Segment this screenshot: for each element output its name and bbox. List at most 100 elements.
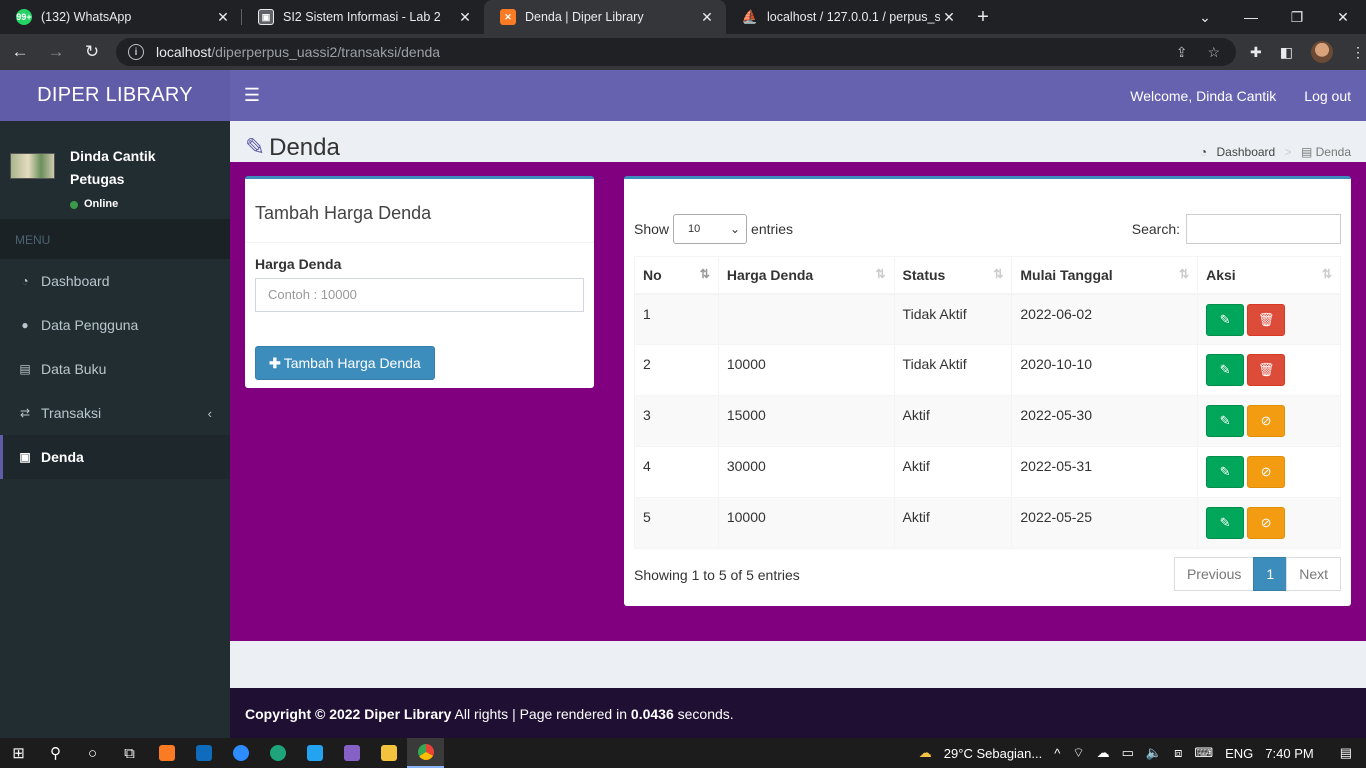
app-logo[interactable]: DIPER LIBRARY (0, 70, 230, 121)
welcome-text[interactable]: Welcome, Dinda Cantik (1130, 88, 1276, 104)
sidebar-item-dashboard[interactable]: ◔ Dashboard (0, 259, 230, 303)
chevron-left-icon: ‹ (207, 405, 212, 421)
cell-tanggal: 2022-05-30 (1011, 395, 1199, 447)
chevron-down-icon: ⌄ (729, 222, 741, 236)
entries-select[interactable]: 10 ⌄ (673, 214, 748, 244)
next-button[interactable]: Next (1286, 557, 1341, 591)
close-window-icon[interactable]: ✕ (1320, 0, 1366, 34)
side-panel-icon[interactable]: ◧ (1280, 44, 1293, 61)
online-dot-icon (70, 200, 78, 209)
forward-icon[interactable]: → (40, 36, 72, 68)
page-footer: Copyright © 2022 Diper Library All right… (230, 688, 1366, 738)
windows-start-icon[interactable]: ⊞ (0, 738, 37, 768)
edit-button[interactable]: ✎ (1206, 405, 1245, 437)
disable-button[interactable]: ⊘ (1247, 405, 1286, 437)
battery-icon[interactable]: ▭ (1122, 745, 1134, 761)
edit-button[interactable]: ✎ (1206, 456, 1245, 488)
share-icon[interactable]: ⇪ (1176, 44, 1188, 61)
chevron-up-icon[interactable]: ^ (1054, 746, 1060, 761)
url-input[interactable]: i localhost/diperperpus_uassi2/transaksi… (116, 38, 1236, 66)
sidebar-item-label: Transaksi (41, 405, 102, 421)
mail-icon[interactable] (185, 738, 222, 768)
add-fine-button[interactable]: ✚ Tambah Harga Denda (255, 346, 435, 380)
clock[interactable]: 7:40 PM (1265, 746, 1313, 761)
vscode-icon[interactable] (296, 738, 333, 768)
column-header-harga[interactable]: Harga Denda ⇅ (717, 256, 895, 295)
harga-denda-label: Harga Denda (255, 256, 342, 272)
close-tab-icon[interactable]: ✕ (940, 9, 958, 26)
user-name: Dinda Cantik (70, 148, 156, 164)
restore-icon[interactable]: ❐ (1274, 0, 1320, 34)
sidebar-toggle-icon[interactable]: ☰ (230, 85, 274, 106)
close-tab-icon[interactable]: ✕ (698, 9, 716, 26)
column-header-status[interactable]: Status ⇅ (893, 256, 1013, 295)
logout-link[interactable]: Log out (1304, 88, 1351, 104)
close-tab-icon[interactable]: ✕ (456, 9, 474, 26)
visual-studio-icon[interactable] (333, 738, 370, 768)
browser-tab[interactable]: ▣ SI2 Sistem Informasi - Lab 2 ✕ (242, 0, 484, 34)
footer-copyright: Copyright © 2022 Diper Library (245, 706, 452, 722)
edge-icon[interactable] (259, 738, 296, 768)
weather-icon[interactable]: ☁ (919, 745, 932, 761)
zoom-icon[interactable] (222, 738, 259, 768)
phpmyadmin-icon: ⛵ (741, 9, 759, 24)
delete-button[interactable]: 🗑 (1247, 354, 1286, 386)
reload-icon[interactable]: ↻ (76, 36, 108, 68)
volume-icon[interactable]: 🔈 (1146, 745, 1162, 761)
file-explorer-icon[interactable] (370, 738, 407, 768)
disable-button[interactable]: ⊘ (1247, 456, 1286, 488)
browser-tab-active[interactable]: ✕ Denda | Diper Library ✕ (484, 0, 726, 34)
xampp-taskbar-icon[interactable] (148, 738, 185, 768)
site-info-icon[interactable]: i (128, 44, 144, 60)
fine-table: No ⇅ Harga Denda ⇅ Status ⇅ Mulai Tanggal ⇅ … (634, 256, 1341, 549)
edit-button[interactable]: ✎ (1206, 303, 1245, 336)
breadcrumb-dashboard[interactable]: Dashboard (1217, 145, 1276, 159)
meet-icon[interactable]: ⧈ (1174, 745, 1182, 761)
page-1-button[interactable]: 1 (1253, 557, 1288, 591)
cell-tanggal: 2020-10-10 (1011, 344, 1199, 396)
search-icon[interactable]: ⚲ (37, 738, 74, 768)
tab-search-icon[interactable]: ⌄ (1182, 0, 1228, 34)
delete-button[interactable]: 🗑 (1247, 303, 1286, 336)
profile-avatar[interactable] (1310, 41, 1333, 63)
cell-no: 3 (634, 395, 719, 447)
wifi-icon[interactable]: ⌔ (1072, 745, 1084, 761)
harga-denda-input[interactable]: Contoh : 10000 (255, 278, 584, 312)
close-tab-icon[interactable]: ✕ (214, 9, 232, 26)
language-indicator[interactable]: ENG (1225, 746, 1253, 761)
weather-text[interactable]: 29°C Sebagian... (944, 746, 1042, 761)
browser-tab[interactable]: ⛵ localhost / 127.0.0.1 / perpus_si2 ✕ (726, 0, 968, 34)
edit-button[interactable]: ✎ (1206, 507, 1245, 539)
url-path: /diperperpus_uassi2/transaksi/denda (211, 44, 441, 60)
keyboard-icon[interactable]: ⌨ (1194, 745, 1213, 761)
back-icon[interactable]: ← (4, 36, 36, 68)
edit-icon: ✎ (245, 134, 266, 161)
classroom-icon: ▣ (258, 9, 274, 25)
sort-asc-icon: ⇅ (699, 266, 710, 281)
search-input[interactable] (1186, 214, 1341, 244)
page-title: ✎ Denda (245, 134, 340, 161)
table-row: 5 10000 Aktif 2022-05-25 ✎ ⊘ (634, 497, 1341, 549)
cortana-icon[interactable]: ○ (74, 738, 111, 768)
sidebar-item-data-buku[interactable]: ▤ Data Buku (0, 347, 230, 391)
network-icon[interactable]: ☁ (1097, 745, 1110, 761)
disable-button[interactable]: ⊘ (1247, 507, 1286, 539)
previous-button[interactable]: Previous (1173, 557, 1255, 591)
column-header-tanggal[interactable]: Mulai Tanggal ⇅ (1011, 256, 1199, 295)
column-header-no[interactable]: No ⇅ (634, 256, 719, 295)
new-tab-button[interactable]: + (968, 0, 998, 34)
edit-button[interactable]: ✎ (1206, 354, 1245, 386)
extensions-icon[interactable]: ✚ (1250, 44, 1262, 61)
sidebar-item-denda[interactable]: ▣ Denda (0, 435, 230, 479)
bookmark-star-icon[interactable]: ☆ (1207, 44, 1220, 61)
browser-tab[interactable]: 99+ (132) WhatsApp ✕ (0, 0, 242, 34)
sidebar-item-transaksi[interactable]: ⇄ Transaksi ‹ (0, 391, 230, 435)
notification-icon[interactable]: ▤ (1340, 745, 1352, 761)
chrome-icon[interactable] (407, 738, 444, 768)
column-header-aksi[interactable]: Aksi ⇅ (1197, 256, 1341, 295)
menu-kebab-icon[interactable]: ⋮ (1351, 44, 1365, 61)
sidebar-item-data-pengguna[interactable]: ● Data Pengguna (0, 303, 230, 347)
minimize-icon[interactable]: — (1228, 0, 1274, 34)
sidebar: Dinda Cantik Petugas Online MENU ◔ Dashb… (0, 121, 230, 738)
task-view-icon[interactable]: ⧉ (111, 738, 148, 768)
